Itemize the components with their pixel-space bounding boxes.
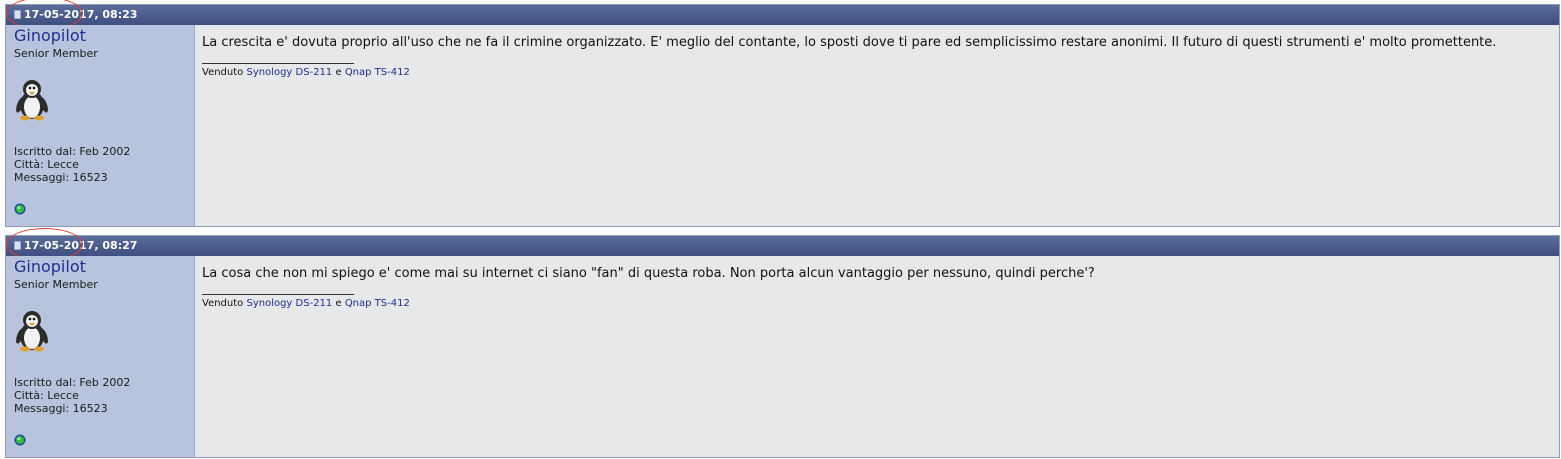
post-message: La cosa che non mi spiego e' come mai su… bbox=[202, 266, 1095, 281]
signature-link-qnap[interactable]: Qnap TS-412 bbox=[345, 67, 410, 78]
online-status-icon bbox=[14, 434, 26, 446]
post-body: La cosa che non mi spiego e' come mai su… bbox=[195, 256, 1559, 457]
post-header: 17-05-2017, 08:23 bbox=[6, 0, 1559, 30]
online-status-icon bbox=[14, 203, 26, 215]
user-sidebar: Ginopilot Senior Member Iscritto dal: Fe… bbox=[6, 256, 195, 457]
post-time: 08:23 bbox=[102, 8, 138, 21]
post-date: 17-05-2017 bbox=[24, 239, 95, 252]
user-sidebar: Ginopilot Senior Member Iscritto dal: Fe… bbox=[6, 25, 195, 226]
post-date: 17-05-2017 bbox=[24, 8, 95, 21]
post-message: La crescita e' dovuta proprio all'uso ch… bbox=[202, 35, 1497, 50]
user-title: Senior Member bbox=[14, 47, 98, 60]
signature-conj: e bbox=[335, 298, 342, 309]
forum-thread: 17-05-2017, 08:23 Ginopilot Senior Membe… bbox=[0, 0, 1561, 459]
signature-link-qnap[interactable]: Qnap TS-412 bbox=[345, 298, 410, 309]
message-count: Messaggi: 16523 bbox=[14, 171, 108, 184]
post-icon bbox=[14, 10, 21, 19]
join-date: Iscritto dal: Feb 2002 bbox=[14, 145, 131, 158]
penguin-avatar-icon[interactable] bbox=[13, 308, 51, 352]
post-icon bbox=[14, 241, 21, 250]
signature-link-synology[interactable]: Synology DS-211 bbox=[246, 298, 332, 309]
post: 17-05-2017, 08:23 Ginopilot Senior Membe… bbox=[5, 0, 1560, 227]
signature-link-synology[interactable]: Synology DS-211 bbox=[246, 67, 332, 78]
user-city: Città: Lecce bbox=[14, 389, 79, 402]
post-header: 17-05-2017, 08:27 bbox=[6, 228, 1559, 261]
post-body: La crescita e' dovuta proprio all'uso ch… bbox=[195, 25, 1559, 226]
user-info: Iscritto dal: Feb 2002 Città: Lecce Mess… bbox=[14, 145, 130, 184]
signature-prefix: Venduto bbox=[202, 67, 244, 78]
post-time: 08:27 bbox=[102, 239, 138, 252]
username-link[interactable]: Ginopilot bbox=[14, 26, 86, 45]
message-count: Messaggi: 16523 bbox=[14, 402, 108, 415]
signature: Venduto Synology DS-211 e Qnap TS-412 bbox=[202, 67, 410, 78]
user-info: Iscritto dal: Feb 2002 Città: Lecce Mess… bbox=[14, 376, 130, 415]
user-title: Senior Member bbox=[14, 278, 98, 291]
user-city: Città: Lecce bbox=[14, 158, 79, 171]
signature-conj: e bbox=[335, 67, 342, 78]
post: 17-05-2017, 08:27 Ginopilot Senior Membe… bbox=[5, 228, 1560, 458]
signature-divider bbox=[202, 294, 354, 295]
signature: Venduto Synology DS-211 e Qnap TS-412 bbox=[202, 298, 410, 309]
signature-divider bbox=[202, 63, 354, 64]
signature-prefix: Venduto bbox=[202, 298, 244, 309]
penguin-avatar-icon[interactable] bbox=[13, 77, 51, 121]
username-link[interactable]: Ginopilot bbox=[14, 257, 86, 276]
join-date: Iscritto dal: Feb 2002 bbox=[14, 376, 131, 389]
